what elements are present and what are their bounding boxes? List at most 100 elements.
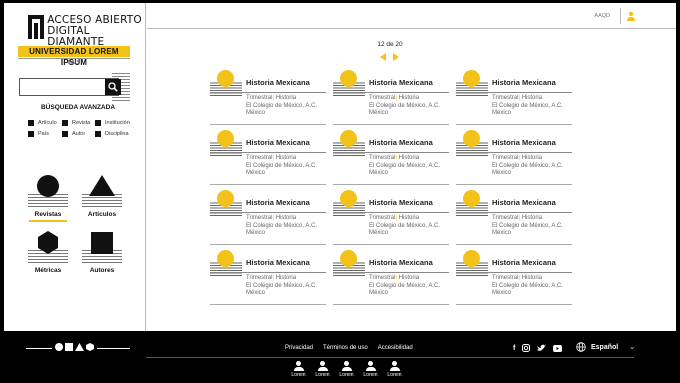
aqd-link[interactable]: AAQD [594,13,610,19]
journal-card[interactable]: Historia Mexicana Trimestral| Historia El … [333,190,449,245]
accessibility-link[interactable]: Accesibilidad [378,345,413,351]
journal-title[interactable]: Historia Mexicana [246,258,310,267]
user-icon[interactable] [626,11,636,21]
journal-frequency: Trimestral [369,95,396,101]
nav-label: Autores [89,267,115,274]
divider [456,152,572,153]
filter-disciplina[interactable]: Disciplina [95,131,135,137]
footer-user[interactable]: Lorem [290,361,307,378]
filter-label: Artículo [38,120,57,126]
journal-frequency: Trimestral [492,155,519,161]
journal-meta: Trimestral| Historia El Colegio de México… [246,275,318,296]
instagram-icon[interactable] [522,344,531,352]
pagination-label: 12 de 20 [377,41,403,48]
footer-user[interactable]: Lorem [338,361,355,378]
journal-publisher: El Colegio de México, A.C. [246,162,318,169]
filter-articulo[interactable]: Artículo [28,120,62,126]
journal-card[interactable]: Historia Mexicana Trimestral| Historia El … [333,130,449,185]
journal-meta: Trimestral| Historia El Colegio de México… [492,275,564,296]
nav-articulos[interactable]: Artículos [79,173,125,225]
divider [210,244,326,245]
nav-metricas[interactable]: Métricas [25,229,71,281]
journal-card[interactable]: Historia Mexicana Trimestral| Historia El … [456,130,572,185]
filter-institucion[interactable]: Institución [95,120,135,126]
journal-title[interactable]: Historia Mexicana [369,138,433,147]
divider [456,212,572,213]
journal-title[interactable]: Historia Mexicana [246,78,310,87]
checkbox[interactable] [62,120,68,126]
filter-revista[interactable]: Revista [62,120,95,126]
checkbox[interactable] [95,131,101,137]
journal-card[interactable]: Historia Mexicana Trimestral| Historia El … [210,130,326,185]
journal-discipline: Historia [398,95,420,101]
main-content: AAQD 12 de 20 Historia Mexicana Trimestra… [147,3,676,331]
checkbox[interactable] [95,120,101,126]
twitter-icon[interactable] [537,344,547,352]
filter-label: País [38,131,50,137]
journal-country: México [246,110,266,116]
person-icon [320,361,325,366]
journal-meta: Trimestral| Historia El Colegio de México… [369,215,441,236]
journal-title[interactable]: Historia Mexicana [246,138,310,147]
divider [333,184,449,185]
youtube-icon[interactable] [553,344,563,352]
triangle-icon [75,343,84,351]
journal-title[interactable]: Historia Mexicana [369,78,433,87]
footer-user-label: Lorem [363,372,378,378]
privacy-link[interactable]: Privacidad [285,345,313,351]
footer-user[interactable]: Lorem [314,361,331,378]
language-label: Español [591,343,619,351]
filter-label: Disciplina [105,131,129,137]
language-selector[interactable]: Español ⌄ [576,342,635,352]
search-input[interactable] [19,78,119,96]
checkbox[interactable] [28,120,34,126]
footer-user[interactable]: Lorem [386,361,403,378]
filter-pais[interactable]: País [28,131,62,137]
journal-discipline: Historia [521,215,543,221]
nav-autores[interactable]: Autores [79,229,125,281]
journal-title[interactable]: Historia Mexicana [492,258,556,267]
journal-card[interactable]: Historia Mexicana Trimestral| Historia El … [333,70,449,125]
journal-card[interactable]: Historia Mexicana Trimestral| Historia El … [210,70,326,125]
facebook-icon[interactable]: f [513,345,515,352]
journal-frequency: Trimestral [369,215,396,221]
triangle-icon [89,175,115,196]
journal-discipline: Historia [521,95,543,101]
footer-user[interactable]: Lorem [362,361,379,378]
journal-card[interactable]: Historia Mexicana Trimestral| Historia El … [456,190,572,245]
prev-page-button[interactable] [380,53,386,61]
journal-frequency: Trimestral [246,155,273,161]
journal-card[interactable]: Historia Mexicana Trimestral| Historia El … [456,250,572,305]
journal-meta: Trimestral| Historia El Colegio de México… [369,275,441,296]
journal-title[interactable]: Historia Mexicana [369,198,433,207]
filter-autor[interactable]: Autor [62,131,95,137]
divider [456,304,572,305]
search-button[interactable] [105,79,121,95]
journal-card[interactable]: Historia Mexicana Trimestral| Historia El … [333,250,449,305]
journal-title[interactable]: Historia Mexicana [492,78,556,87]
footer-user-label: Lorem [291,372,306,378]
divider [210,184,326,185]
advanced-search-link[interactable]: BÚSQUEDA AVANZADA [14,104,142,111]
journal-publisher: El Colegio de México, A.C. [369,222,441,229]
nav-revistas[interactable]: Revistas [25,173,71,225]
divider [333,152,449,153]
journal-title[interactable]: Historia Mexicana [246,198,310,207]
checkbox[interactable] [28,131,34,137]
journal-card[interactable]: Historia Mexicana Trimestral| Historia El … [210,250,326,305]
journal-title[interactable]: Historia Mexicana [492,138,556,147]
journal-card[interactable]: Historia Mexicana Trimestral| Historia El … [210,190,326,245]
footer-user-label: Lorem [315,372,330,378]
divider [333,124,449,125]
site-logo[interactable]: ACCESO ABIERTO DIGITAL DIAMANTE [28,15,145,48]
journal-card[interactable]: Historia Mexicana Trimestral| Historia El … [456,70,572,125]
terms-link[interactable]: Términos de uso [323,345,368,351]
journal-title[interactable]: Historia Mexicana [369,258,433,267]
divider [620,8,621,24]
divider [210,124,326,125]
journal-frequency: Trimestral [492,95,519,101]
checkbox[interactable] [62,131,68,137]
journal-title[interactable]: Historia Mexicana [492,198,556,207]
next-page-button[interactable] [393,53,399,61]
journal-meta: Trimestral| Historia El Colegio de México… [246,95,318,116]
